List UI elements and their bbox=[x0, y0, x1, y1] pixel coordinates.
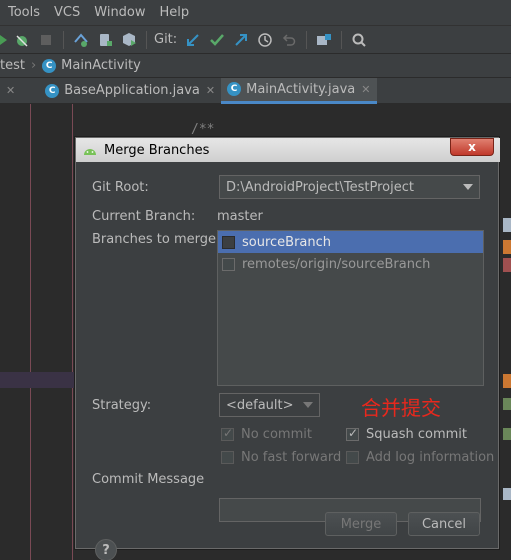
git-root-label: Git Root: bbox=[92, 180, 149, 195]
branch-label: sourceBranch bbox=[242, 234, 332, 250]
breadcrumb-class-label: MainActivity bbox=[61, 58, 141, 73]
class-icon: C bbox=[42, 58, 57, 73]
gutter-divider bbox=[30, 104, 31, 560]
android-icon bbox=[84, 149, 96, 155]
commit-message-label: Commit Message bbox=[92, 472, 205, 487]
breadcrumb-class[interactable]: C MainActivity bbox=[42, 58, 141, 73]
git-commit-icon[interactable] bbox=[207, 30, 227, 50]
code-fragment bbox=[503, 428, 511, 440]
tab-label: BaseApplication.java bbox=[64, 83, 200, 98]
editor-tabs: ✕ C BaseApplication.java ✕ C MainActivit… bbox=[0, 77, 511, 104]
branch-label: remotes/origin/sourceBranch bbox=[242, 256, 431, 272]
close-button[interactable]: x bbox=[450, 138, 494, 156]
help-icon: ? bbox=[102, 542, 110, 558]
add-log-label: Add log information bbox=[366, 450, 495, 465]
class-icon: C bbox=[45, 83, 60, 98]
squash-commit-checkbox[interactable]: ✓ bbox=[346, 426, 359, 441]
code-comment: /** bbox=[191, 122, 215, 137]
history-icon[interactable] bbox=[255, 30, 275, 50]
run-icon[interactable] bbox=[0, 30, 8, 50]
current-branch-value: master bbox=[217, 209, 263, 224]
avd-manager-icon[interactable] bbox=[95, 30, 115, 50]
menu-vcs[interactable]: VCS bbox=[54, 5, 80, 20]
sdk-manager-icon[interactable] bbox=[119, 30, 139, 50]
chevron-down-icon bbox=[463, 176, 473, 198]
no-commit-checkbox[interactable]: ✓ bbox=[221, 426, 234, 441]
strategy-value: <default> bbox=[226, 397, 294, 413]
highlighted-line bbox=[0, 372, 74, 388]
main-toolbar: Git: bbox=[0, 26, 511, 54]
squash-commit-label: Squash commit bbox=[366, 427, 467, 442]
menu-tools[interactable]: Tools bbox=[8, 5, 40, 20]
git-update-icon[interactable] bbox=[183, 30, 203, 50]
code-fragment bbox=[503, 398, 511, 410]
close-tab-icon[interactable]: ✕ bbox=[361, 83, 370, 96]
code-fragment bbox=[503, 218, 511, 232]
add-log-option[interactable]: Add log information bbox=[346, 450, 494, 465]
git-root-select[interactable]: D:\AndroidProject\TestProject bbox=[219, 175, 480, 199]
tab-label: MainActivity.java bbox=[246, 81, 356, 97]
branches-to-merge-label: Branches to merge: bbox=[92, 232, 221, 247]
sync-gradle-icon[interactable] bbox=[71, 30, 91, 50]
git-push-icon[interactable] bbox=[231, 30, 251, 50]
squash-commit-option[interactable]: ✓ Squash commit bbox=[346, 426, 467, 442]
merge-button[interactable]: Merge bbox=[325, 512, 397, 536]
tab-main-activity[interactable]: C MainActivity.java ✕ bbox=[221, 77, 377, 104]
no-commit-option[interactable]: ✓ No commit bbox=[221, 426, 312, 442]
code-fragment bbox=[503, 488, 511, 500]
code-fragment bbox=[503, 374, 511, 388]
git-label: Git: bbox=[154, 32, 178, 47]
no-fast-forward-checkbox[interactable] bbox=[221, 451, 234, 464]
toolbar-separator bbox=[146, 30, 147, 49]
toolbar-separator bbox=[306, 30, 308, 49]
menu-help[interactable]: Help bbox=[160, 5, 190, 20]
git-root-value: D:\AndroidProject\TestProject bbox=[226, 179, 414, 195]
no-fast-forward-option[interactable]: No fast forward bbox=[221, 450, 341, 465]
menu-bar: Tools VCS Window Help bbox=[0, 0, 511, 26]
close-icon: x bbox=[468, 140, 476, 154]
add-log-checkbox[interactable] bbox=[346, 451, 359, 464]
toolbar-separator bbox=[341, 30, 343, 49]
strategy-label: Strategy: bbox=[92, 398, 152, 413]
list-item[interactable]: sourceBranch bbox=[218, 231, 483, 253]
dialog-title: Merge Branches bbox=[104, 142, 210, 158]
navigation-bar: test › C MainActivity bbox=[0, 54, 511, 78]
chevron-down-icon bbox=[303, 394, 313, 416]
class-icon: C bbox=[227, 82, 242, 96]
list-item[interactable]: remotes/origin/sourceBranch bbox=[218, 253, 483, 275]
menu-window[interactable]: Window bbox=[94, 5, 145, 20]
stop-icon[interactable] bbox=[36, 30, 56, 50]
help-button[interactable]: ? bbox=[95, 539, 117, 560]
annotation-text: 合并提交 bbox=[361, 396, 441, 420]
debug-icon[interactable] bbox=[12, 30, 32, 50]
toolbar-separator bbox=[63, 30, 64, 49]
branches-list[interactable]: sourceBranch remotes/origin/sourceBranch bbox=[217, 230, 484, 386]
branch-checkbox[interactable] bbox=[222, 257, 235, 271]
current-branch-label: Current Branch: bbox=[92, 209, 196, 224]
merge-branches-dialog: Merge Branches x Git Root: D:\AndroidPro… bbox=[74, 136, 501, 560]
strategy-select[interactable]: <default> bbox=[219, 393, 320, 417]
close-tab-icon[interactable]: ✕ bbox=[6, 84, 15, 97]
branch-checkbox[interactable] bbox=[222, 235, 235, 249]
close-tab-icon[interactable]: ✕ bbox=[206, 84, 215, 97]
revert-icon[interactable] bbox=[279, 30, 299, 50]
no-commit-label: No commit bbox=[241, 427, 312, 442]
cancel-button[interactable]: Cancel bbox=[408, 512, 480, 536]
chevron-right-icon: › bbox=[30, 58, 37, 73]
dialog-titlebar[interactable]: Merge Branches x bbox=[76, 138, 500, 162]
breadcrumb-project[interactable]: test bbox=[0, 58, 25, 73]
no-fast-forward-label: No fast forward bbox=[241, 450, 342, 465]
code-fragment bbox=[503, 258, 511, 272]
project-structure-icon[interactable] bbox=[314, 30, 334, 50]
search-icon[interactable] bbox=[349, 30, 369, 50]
dialog-body: Git Root: D:\AndroidProject\TestProject … bbox=[75, 162, 501, 560]
tab-base-application[interactable]: C BaseApplication.java ✕ bbox=[39, 78, 221, 104]
code-fragment bbox=[503, 240, 511, 254]
gutter-divider bbox=[72, 104, 73, 560]
